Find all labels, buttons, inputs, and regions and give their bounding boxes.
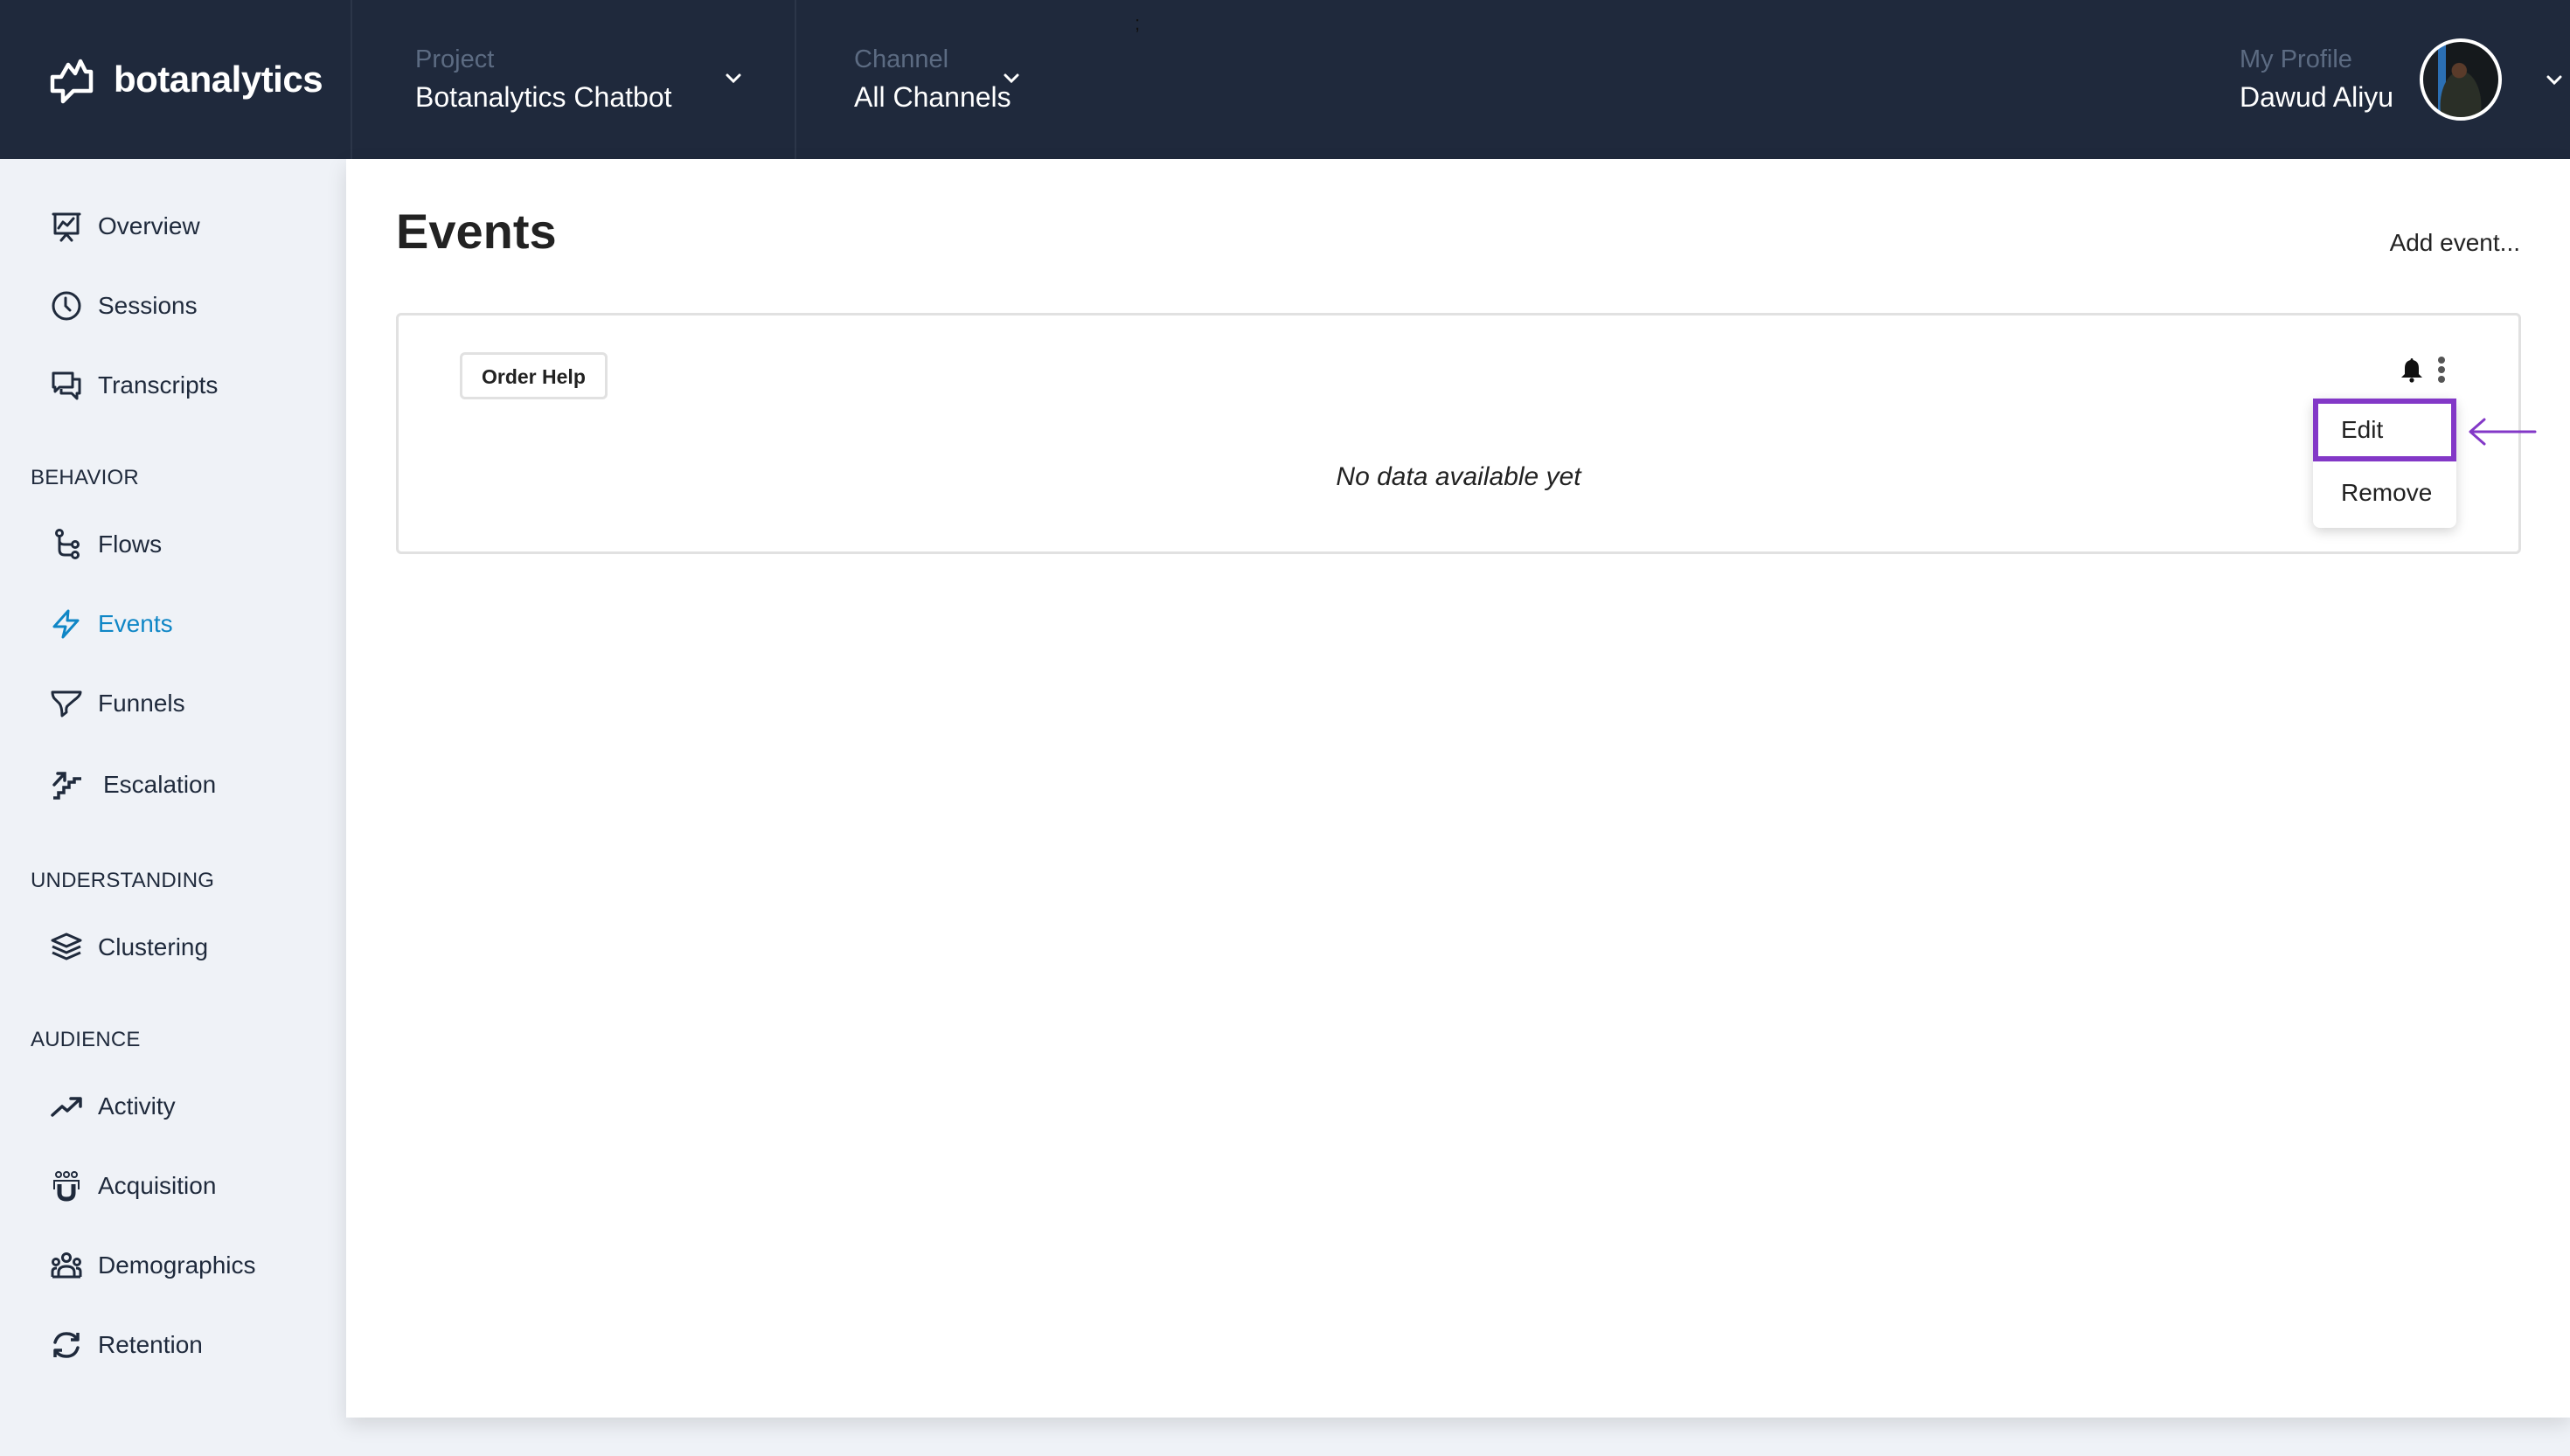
lightning-icon xyxy=(49,607,84,641)
brand-name: botanalytics xyxy=(114,59,323,100)
chevron-down-icon[interactable] xyxy=(2544,70,2565,91)
git-branch-icon xyxy=(49,527,84,562)
section-label-understanding: UNDERSTANDING xyxy=(31,869,215,892)
sidebar-item-label: Transcripts xyxy=(98,371,219,399)
chat-bubbles-icon xyxy=(49,368,84,403)
page-title: Events xyxy=(396,204,557,259)
sidebar-item-label: Retention xyxy=(98,1331,203,1358)
trending-up-icon xyxy=(49,1089,84,1124)
sidebar-item-label: Flows xyxy=(98,530,163,558)
sidebar-item-label: Overview xyxy=(98,212,200,239)
chevron-down-icon[interactable] xyxy=(1001,68,1022,89)
sidebar-item-label: Funnels xyxy=(98,690,185,717)
more-options-icon[interactable] xyxy=(2436,356,2447,384)
section-label-audience: AUDIENCE xyxy=(31,1028,141,1051)
project-label: Project xyxy=(415,45,495,73)
project-selector[interactable]: Project Botanalytics Chatbot xyxy=(352,0,796,159)
channel-value: All Channels xyxy=(854,81,1011,113)
event-card: Order Help No data available yet xyxy=(396,313,2521,554)
brand-logo[interactable]: botanalytics xyxy=(0,0,352,159)
users-group-icon xyxy=(49,1248,84,1283)
stairs-arrow-icon xyxy=(49,767,84,802)
event-options-menu: Edit Remove xyxy=(2313,399,2456,528)
sidebar-item-acquisition[interactable]: Acquisition xyxy=(49,1160,216,1212)
presentation-chart-icon xyxy=(49,209,84,244)
bell-icon[interactable] xyxy=(2400,357,2424,383)
layers-icon xyxy=(49,930,84,965)
annotation-arrow-icon xyxy=(2469,418,2537,446)
event-name-tag[interactable]: Order Help xyxy=(460,352,608,399)
profile-name: Dawud Aliyu xyxy=(2240,81,2394,113)
menu-item-remove[interactable]: Remove xyxy=(2313,461,2456,524)
main-content: Events Add event... Order Help No data a… xyxy=(346,159,2570,1418)
sidebar-item-label: Events xyxy=(98,610,173,637)
section-label-behavior: BEHAVIOR xyxy=(31,466,139,489)
sidebar-item-escalation[interactable]: Escalation xyxy=(49,759,216,811)
sidebar-item-label: Escalation xyxy=(103,771,217,798)
channel-selector[interactable]: Channel All Channels xyxy=(796,0,1163,159)
sidebar-item-clustering[interactable]: Clustering xyxy=(49,921,208,974)
menu-item-edit[interactable]: Edit xyxy=(2313,399,2456,461)
magnet-users-icon xyxy=(49,1168,84,1203)
sidebar-item-demographics[interactable]: Demographics xyxy=(49,1239,256,1292)
sidebar-item-label: Demographics xyxy=(98,1251,256,1279)
sidebar-item-retention[interactable]: Retention xyxy=(49,1319,203,1371)
clock-icon xyxy=(49,288,84,323)
sidebar-item-sessions[interactable]: Sessions xyxy=(49,280,198,332)
sidebar-item-flows[interactable]: Flows xyxy=(49,518,162,571)
sidebar: Overview Sessions Transcripts BEHAVIOR F… xyxy=(0,159,346,1456)
stray-mark: ; xyxy=(1135,12,1141,34)
sidebar-item-label: Activity xyxy=(98,1092,176,1120)
empty-state-message: No data available yet xyxy=(1336,462,1581,491)
event-card-actions xyxy=(2400,356,2447,384)
refresh-icon xyxy=(49,1328,84,1362)
avatar[interactable] xyxy=(2420,38,2502,121)
chevron-down-icon[interactable] xyxy=(723,68,744,89)
sidebar-item-transcripts[interactable]: Transcripts xyxy=(49,359,218,412)
botanalytics-logo-icon xyxy=(50,59,94,104)
profile-label: My Profile xyxy=(2240,45,2352,73)
sidebar-item-label: Acquisition xyxy=(98,1172,217,1199)
sidebar-item-label: Clustering xyxy=(98,933,209,960)
sidebar-item-funnels[interactable]: Funnels xyxy=(49,677,185,730)
top-bar: botanalytics Project Botanalytics Chatbo… xyxy=(0,0,2570,159)
project-value: Botanalytics Chatbot xyxy=(415,81,672,113)
channel-label: Channel xyxy=(854,45,949,73)
funnel-icon xyxy=(49,686,84,721)
add-event-link[interactable]: Add event... xyxy=(2390,229,2520,257)
profile-menu[interactable]: My Profile Dawud Aliyu xyxy=(2185,0,2570,159)
sidebar-item-label: Sessions xyxy=(98,292,198,319)
sidebar-item-activity[interactable]: Activity xyxy=(49,1080,176,1133)
sidebar-item-events[interactable]: Events xyxy=(49,598,173,650)
sidebar-item-overview[interactable]: Overview xyxy=(49,200,200,253)
